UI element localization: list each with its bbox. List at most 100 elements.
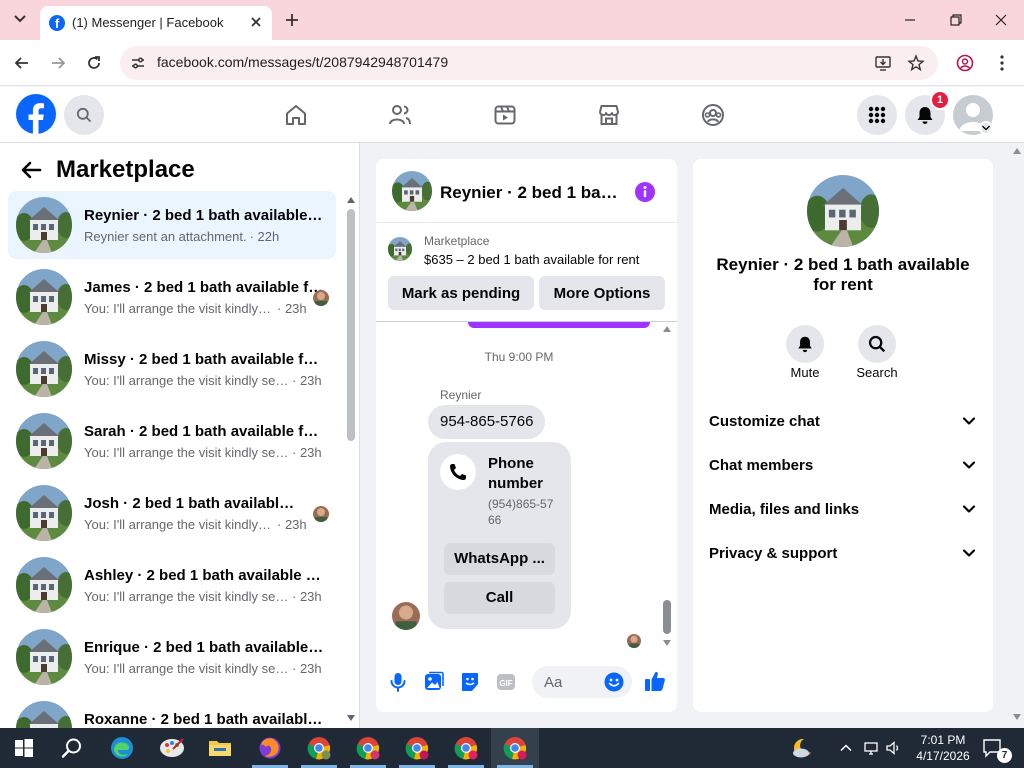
mark-as-pending-button[interactable]: Mark as pending	[388, 276, 534, 310]
listing-source: Marketplace	[424, 234, 490, 248]
chrome-app-3[interactable]	[393, 728, 441, 768]
tab-close-icon[interactable]	[248, 14, 264, 30]
like-icon[interactable]	[644, 670, 666, 692]
search-button[interactable]	[64, 95, 104, 135]
browser-tab[interactable]: f (1) Messenger | Facebook	[40, 6, 272, 40]
conversation-item[interactable]: James · 2 bed 1 bath available for rent …	[8, 263, 336, 331]
conversation-item[interactable]: Reynier · 2 bed 1 bath available for ren…	[8, 191, 336, 259]
previous-message-bubble	[468, 322, 650, 328]
scroll-up-icon[interactable]	[347, 197, 355, 203]
preview-text: You: I'll arrange the visit kindly send …	[84, 373, 289, 388]
page-scroll-down-icon[interactable]	[1013, 714, 1021, 720]
scrollbar-thumb[interactable]	[347, 209, 355, 441]
listing-text[interactable]: $635 – 2 bed 1 bath available for rent	[424, 252, 639, 267]
conversation-item[interactable]: Sarah · 2 bed 1 bath available for rent …	[8, 407, 336, 475]
facebook-logo[interactable]	[16, 94, 56, 134]
back-icon[interactable]	[14, 55, 30, 71]
browser-menu-icon[interactable]	[994, 54, 1010, 72]
chat-title[interactable]: Reynier · 2 bed 1 bath available for ren…	[440, 183, 618, 203]
file-explorer-app[interactable]	[196, 728, 244, 768]
preview-time: · 23h	[292, 373, 322, 388]
friends-nav-icon[interactable]	[388, 103, 412, 127]
media-files-links-section[interactable]: Media, files and links	[709, 497, 977, 521]
clock-time[interactable]: 7:01 PM	[912, 733, 974, 747]
preview-text: You: I'll arrange the visit kindly send …	[84, 589, 289, 604]
gif-icon[interactable]: GIF	[496, 672, 516, 692]
browser-toolbar: facebook.com/messages/t/2087942948701479	[0, 40, 1024, 86]
page-scroll-up-icon[interactable]	[1013, 148, 1021, 154]
privacy-support-section[interactable]: Privacy & support	[709, 541, 977, 565]
sender-avatar[interactable]	[392, 602, 420, 630]
chat-members-section[interactable]: Chat members	[709, 453, 977, 477]
more-options-button[interactable]: More Options	[539, 276, 665, 310]
scroll-down-icon[interactable]	[347, 715, 355, 721]
chrome-app-1[interactable]	[295, 728, 343, 768]
search-label: Search	[856, 365, 898, 380]
tab-list-chevron-icon[interactable]	[12, 10, 28, 26]
chat-avatar[interactable]	[392, 171, 432, 211]
groups-nav-icon[interactable]	[701, 103, 725, 127]
volume-icon[interactable]	[885, 740, 901, 756]
restore-icon[interactable]	[948, 12, 964, 28]
bookmark-star-icon[interactable]	[907, 54, 925, 72]
new-tab-icon[interactable]	[284, 12, 300, 28]
site-info-icon[interactable]	[130, 55, 146, 71]
chrome-app-2[interactable]	[344, 728, 392, 768]
conversation-item[interactable]: Missy · 2 bed 1 bath available for rent …	[8, 335, 336, 403]
edge-app[interactable]	[98, 728, 146, 768]
forward-icon[interactable]	[50, 55, 66, 71]
call-button[interactable]: Call	[444, 582, 555, 614]
customize-chat-section[interactable]: Customize chat	[709, 409, 977, 433]
whatsapp-button[interactable]: WhatsApp ...	[444, 543, 555, 575]
chat-scroll-up-icon[interactable]	[663, 326, 671, 332]
photo-icon[interactable]	[424, 671, 444, 693]
conversation-title: Missy · 2 bed 1 bath available for rent	[84, 351, 324, 368]
conversation-scrollbar[interactable]	[346, 197, 355, 721]
paint-app[interactable]	[148, 728, 196, 768]
install-app-icon[interactable]	[874, 54, 892, 72]
microphone-icon[interactable]	[388, 671, 408, 693]
mute-button[interactable]	[786, 325, 824, 363]
taskbar-search-button[interactable]	[48, 728, 96, 768]
search-conversation-button[interactable]	[858, 325, 896, 363]
conversation-item[interactable]: Roxanne · 2 bed 1 bath available for ren…	[8, 695, 336, 728]
info-icon[interactable]	[635, 182, 655, 202]
message-bubble[interactable]: 954-865-5766	[428, 405, 546, 439]
weather-icon[interactable]	[790, 736, 814, 760]
emoji-icon[interactable]	[604, 672, 624, 692]
chevron-down-icon	[961, 545, 977, 561]
start-button[interactable]	[0, 728, 48, 768]
section-label: Media, files and links	[709, 500, 860, 518]
address-bar[interactable]: facebook.com/messages/t/2087942948701479	[120, 46, 938, 80]
chat-scrollbar-thumb[interactable]	[663, 600, 671, 634]
sticker-icon[interactable]	[460, 671, 480, 693]
chrome-app-4[interactable]	[442, 728, 490, 768]
marketplace-nav-icon[interactable]	[597, 103, 621, 127]
reload-icon[interactable]	[86, 55, 102, 71]
message-input[interactable]: Aa	[532, 666, 632, 698]
minimize-icon[interactable]	[902, 12, 918, 28]
chat-scroll-down-icon[interactable]	[663, 640, 671, 646]
clock-date[interactable]: 4/17/2026	[908, 749, 978, 763]
show-hidden-icons[interactable]	[838, 740, 854, 756]
close-window-icon[interactable]	[993, 12, 1009, 28]
back-arrow-icon[interactable]	[20, 159, 42, 181]
profile-icon[interactable]	[956, 54, 974, 72]
menu-button[interactable]	[857, 95, 897, 135]
listing-thumbnail	[16, 413, 72, 469]
conversation-item[interactable]: Ashley · 2 bed 1 bath available for rent…	[8, 551, 336, 619]
conversation-title: James · 2 bed 1 bath available for rent	[84, 279, 324, 296]
chrome-app-5[interactable]	[491, 728, 539, 768]
firefox-app[interactable]	[246, 728, 294, 768]
account-chevron-icon[interactable]	[979, 121, 993, 135]
network-icon[interactable]	[863, 740, 879, 756]
home-nav-icon[interactable]	[284, 103, 308, 127]
conversation-item[interactable]: Enrique · 2 bed 1 bath available for ren…	[8, 623, 336, 691]
page-scrollbar[interactable]	[1010, 146, 1024, 728]
url-text[interactable]: facebook.com/messages/t/2087942948701479	[157, 54, 448, 70]
video-nav-icon[interactable]	[493, 103, 517, 127]
info-avatar[interactable]	[807, 175, 879, 247]
svg-text:GIF: GIF	[499, 679, 512, 688]
conversation-item[interactable]: Josh · 2 bed 1 bath available for rent Y…	[8, 479, 336, 547]
facebook-favicon-icon: f	[49, 15, 65, 31]
